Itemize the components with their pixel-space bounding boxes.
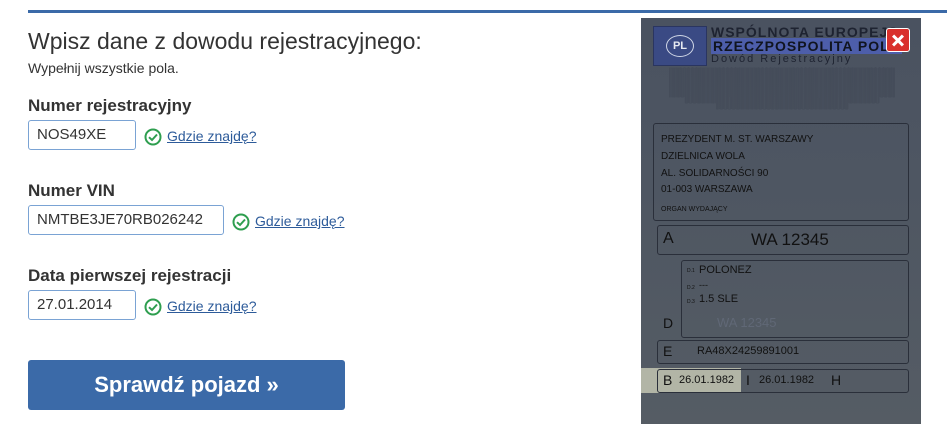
check-circle-icon: [144, 298, 162, 316]
field-b-letter: B: [663, 372, 673, 388]
d2-label: D.2: [687, 285, 695, 291]
field-e-value: RA48X24259891001: [697, 345, 800, 357]
registration-number-label: Numer rejestracyjny: [28, 96, 192, 115]
d2-value: ---: [699, 280, 708, 290]
registration-document-image: PL WSPÓLNOTA EUROPEJS RZECZPOSPOLITA POL…: [641, 18, 921, 424]
first-registration-date-label: Data pierwszej rejestracji: [28, 266, 232, 285]
doc-header-3: Dowód Rejestracyjny: [711, 53, 853, 65]
where-to-find-link-vin[interactable]: Gdzie znajdę?: [255, 213, 345, 229]
check-vehicle-button[interactable]: Sprawdź pojazd »: [28, 360, 345, 410]
issuer-line-2: DZIELNICA WOLA: [661, 151, 745, 162]
field-a-letter: A: [663, 230, 674, 247]
d3-value: 1.5 SLE: [699, 293, 739, 305]
field-b-value: 26.01.1982: [679, 374, 735, 386]
where-to-find-link-registration[interactable]: Gdzie znajdę?: [167, 128, 257, 144]
check-circle-icon: [232, 213, 250, 231]
vin-input[interactable]: NMTBE3JE70RB026242: [28, 205, 224, 235]
d3-label: D.3: [687, 299, 695, 305]
top-divider: [28, 10, 947, 13]
form-subtitle: Wypełnij wszystkie pola.: [28, 60, 179, 76]
close-icon[interactable]: [886, 28, 910, 52]
field-d-faded-value: WA 12345: [717, 315, 777, 330]
issuer-line-3: AL. SOLIDARNOŚCI 90: [661, 168, 769, 179]
d1-label: D.1: [687, 268, 695, 274]
field-i-value: 26.01.1982: [759, 374, 815, 386]
issuer-line-4: 01-003 WARSZAWA: [661, 184, 753, 195]
issuer-caption: ORGAN WYDAJĄCY: [661, 206, 728, 213]
d1-value: POLONEZ: [699, 264, 752, 276]
field-e-letter: E: [663, 343, 673, 359]
doc-header-2: RZECZPOSPOLITA POLS: [711, 38, 903, 54]
eu-flag-icon: PL: [653, 26, 707, 66]
fine-print: ░░░░░░░░░░░░░░░░░░░░░░░░░░░░░░░░░░░░░░░░…: [668, 68, 895, 110]
pl-badge: PL: [666, 35, 694, 57]
issuer-line-1: PREZYDENT M. ST. WARSZAWY: [661, 134, 814, 145]
where-to-find-link-date[interactable]: Gdzie znajdę?: [167, 298, 257, 314]
form-title: Wpisz dane z dowodu rejestracyjnego:: [28, 28, 422, 54]
field-h-letter: H: [831, 372, 842, 388]
field-a-value: WA 12345: [751, 230, 829, 249]
vin-label: Numer VIN: [28, 181, 115, 200]
field-i-letter: I: [746, 372, 750, 388]
field-d-letter: D: [663, 315, 674, 331]
check-circle-icon: [144, 128, 162, 146]
first-registration-date-input[interactable]: 27.01.2014: [28, 290, 136, 320]
registration-number-input[interactable]: NOS49XE: [28, 120, 136, 150]
